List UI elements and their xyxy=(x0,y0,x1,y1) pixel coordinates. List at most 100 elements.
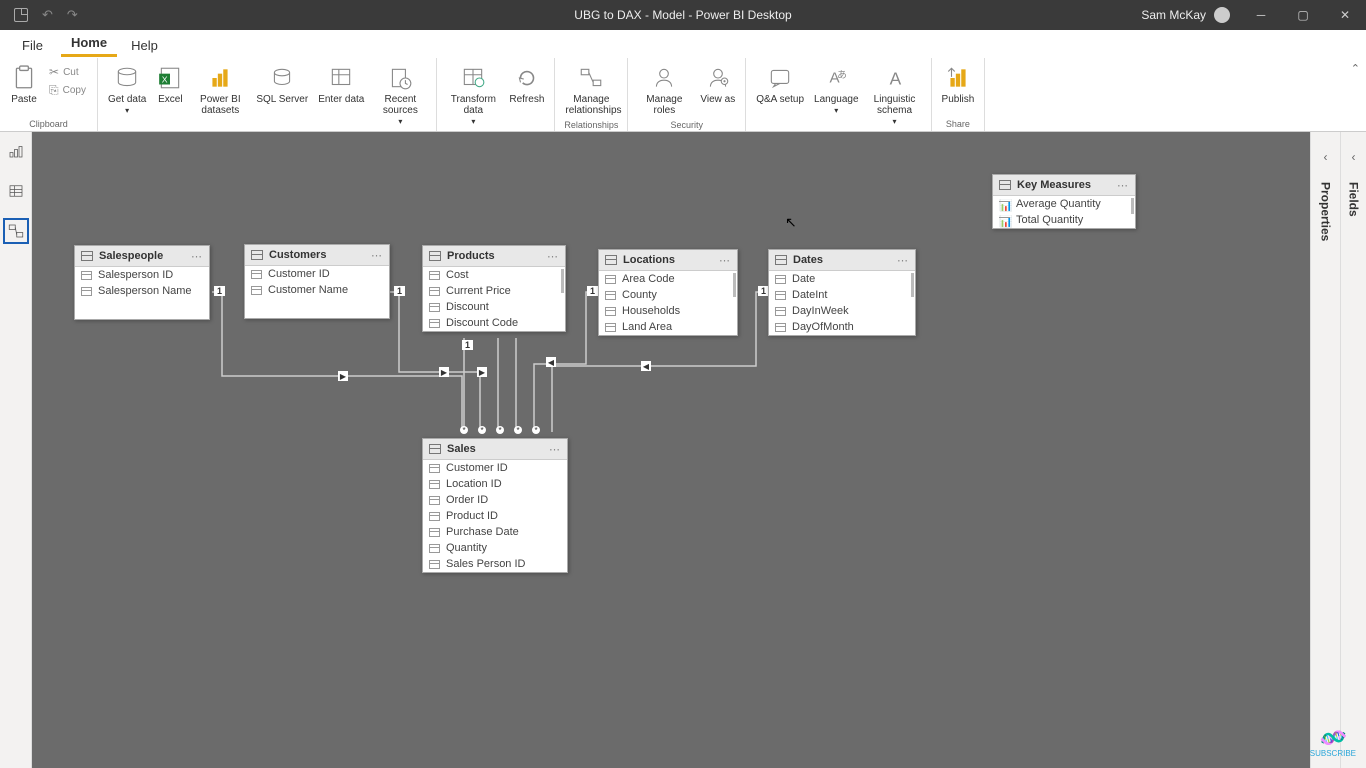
model-canvas[interactable]: 1 1 1 1 1 ▶ ▶ ▶ ◀ ◀ * * * * * Salespeopl… xyxy=(32,132,1310,768)
enter-data-icon xyxy=(327,64,355,92)
measure-icon: 📊 xyxy=(999,215,1010,226)
field-row[interactable]: Sales Person ID xyxy=(423,556,567,572)
table-products[interactable]: Products⋯ Cost Current Price Discount Di… xyxy=(422,245,566,332)
field-row[interactable]: Customer ID xyxy=(423,460,567,476)
file-tab[interactable]: File xyxy=(14,32,57,57)
get-data-button[interactable]: Get data▾ xyxy=(104,62,150,118)
linguistic-schema-button[interactable]: ALinguistic schema▾ xyxy=(865,62,925,129)
manage-roles-button[interactable]: Manage roles xyxy=(634,62,694,118)
table-options-icon[interactable]: ⋯ xyxy=(549,443,561,456)
manage-relationships-button[interactable]: Manage relationships xyxy=(561,62,621,118)
field-row[interactable]: Order ID xyxy=(423,492,567,508)
recent-sources-button[interactable]: Recent sources▾ xyxy=(370,62,430,129)
field-row[interactable]: Cost xyxy=(423,267,565,283)
table-icon xyxy=(605,255,617,265)
table-sales[interactable]: Sales⋯ Customer ID Location ID Order ID … xyxy=(422,438,568,573)
ribbon: Paste ✂Cut ⎘Copy Clipboard Get data▾ XEx… xyxy=(0,58,1366,132)
table-key-measures[interactable]: Key Measures⋯ 📊Average Quantity 📊Total Q… xyxy=(992,174,1136,229)
scrollbar[interactable] xyxy=(561,269,564,293)
field-row[interactable]: DayOfMonth xyxy=(769,319,915,335)
field-row[interactable]: Date xyxy=(769,271,915,287)
user-name: Sam McKay xyxy=(1141,8,1206,22)
collapse-ribbon-icon[interactable]: ⌃ xyxy=(1351,62,1360,75)
table-icon xyxy=(775,255,787,265)
field-icon xyxy=(429,287,440,296)
home-tab[interactable]: Home xyxy=(61,29,117,57)
minimize-button[interactable]: ─ xyxy=(1240,0,1282,30)
field-row[interactable]: Current Price xyxy=(423,283,565,299)
table-icon xyxy=(429,444,441,454)
table-options-icon[interactable]: ⋯ xyxy=(547,250,559,263)
sql-server-button[interactable]: SQL Server xyxy=(252,62,312,107)
field-row[interactable]: Location ID xyxy=(423,476,567,492)
relationships-icon xyxy=(577,64,605,92)
field-row[interactable]: Discount xyxy=(423,299,565,315)
help-tab[interactable]: Help xyxy=(121,32,168,57)
field-row[interactable]: DayInWeek xyxy=(769,303,915,319)
field-row[interactable]: Households xyxy=(599,303,737,319)
table-options-icon[interactable]: ⋯ xyxy=(191,250,203,263)
paste-button[interactable]: Paste xyxy=(6,62,42,107)
field-row[interactable]: Salesperson ID xyxy=(75,267,209,283)
table-locations[interactable]: Locations⋯ Area Code County Households L… xyxy=(598,249,738,336)
expand-chevron-icon[interactable]: ‹ xyxy=(1352,150,1356,164)
scrollbar[interactable] xyxy=(733,273,736,297)
field-row[interactable]: Customer ID xyxy=(245,266,389,282)
ribbon-group-data: Get data▾ XExcel Power BI datasets SQL S… xyxy=(98,58,437,131)
save-icon[interactable] xyxy=(14,8,28,22)
close-button[interactable]: ✕ xyxy=(1324,0,1366,30)
qa-setup-button[interactable]: Q&A setup xyxy=(752,62,808,107)
field-row[interactable]: Quantity xyxy=(423,540,567,556)
table-salespeople[interactable]: Salespeople⋯ Salesperson ID Salesperson … xyxy=(74,245,210,320)
cardinality-one: 1 xyxy=(462,340,473,350)
excel-button[interactable]: XExcel xyxy=(152,62,188,107)
field-icon xyxy=(429,560,440,569)
scrollbar[interactable] xyxy=(1131,198,1134,214)
field-row[interactable]: Discount Code xyxy=(423,315,565,331)
powerbi-datasets-button[interactable]: Power BI datasets xyxy=(190,62,250,118)
cardinality-many: * xyxy=(478,426,486,434)
field-row[interactable]: 📊Average Quantity xyxy=(993,196,1135,212)
table-options-icon[interactable]: ⋯ xyxy=(1117,179,1129,192)
field-row[interactable]: Customer Name xyxy=(245,282,389,298)
fields-pane[interactable]: ‹ Fields xyxy=(1340,132,1366,768)
field-row[interactable]: County xyxy=(599,287,737,303)
data-view-button[interactable] xyxy=(3,178,29,204)
publish-button[interactable]: Publish xyxy=(938,62,979,107)
table-customers[interactable]: Customers⋯ Customer ID Customer Name xyxy=(244,244,390,319)
scrollbar[interactable] xyxy=(911,273,914,297)
field-row[interactable]: Product ID xyxy=(423,508,567,524)
properties-pane[interactable]: ‹ Properties xyxy=(1310,132,1340,768)
measure-icon: 📊 xyxy=(999,199,1010,210)
qa-icon xyxy=(766,64,794,92)
undo-icon[interactable]: ↶ xyxy=(42,7,53,23)
title-bar: ↶ ↷ UBG to DAX - Model - Power BI Deskto… xyxy=(0,0,1366,30)
refresh-button[interactable]: Refresh xyxy=(505,62,548,107)
table-dates[interactable]: Dates⋯ Date DateInt DayInWeek DayOfMonth xyxy=(768,249,916,336)
view-as-button[interactable]: View as xyxy=(696,62,739,107)
model-view-button[interactable] xyxy=(3,218,29,244)
cut-button[interactable]: ✂Cut xyxy=(46,64,89,80)
field-icon xyxy=(775,275,786,284)
field-row[interactable]: DateInt xyxy=(769,287,915,303)
table-options-icon[interactable]: ⋯ xyxy=(719,254,731,267)
field-row[interactable]: Purchase Date xyxy=(423,524,567,540)
expand-chevron-icon[interactable]: ‹ xyxy=(1324,150,1328,164)
field-row[interactable]: Land Area xyxy=(599,319,737,335)
maximize-button[interactable]: ▢ xyxy=(1282,0,1324,30)
table-options-icon[interactable]: ⋯ xyxy=(371,249,383,262)
report-view-button[interactable] xyxy=(3,138,29,164)
language-button[interactable]: AあLanguage▾ xyxy=(810,62,863,118)
redo-icon[interactable]: ↷ xyxy=(67,7,78,23)
enter-data-button[interactable]: Enter data xyxy=(314,62,368,107)
table-options-icon[interactable]: ⋯ xyxy=(897,254,909,267)
cut-icon: ✂ xyxy=(49,65,59,79)
user-display[interactable]: Sam McKay xyxy=(1141,7,1230,23)
filter-arrow-icon: ◀ xyxy=(546,357,556,367)
transform-data-button[interactable]: Transform data▾ xyxy=(443,62,503,129)
field-row[interactable]: Salesperson Name xyxy=(75,283,209,299)
field-row[interactable]: 📊Total Quantity xyxy=(993,212,1135,228)
ribbon-group-queries: Transform data▾ Refresh Queries xyxy=(437,58,555,131)
field-row[interactable]: Area Code xyxy=(599,271,737,287)
copy-button[interactable]: ⎘Copy xyxy=(46,82,89,99)
